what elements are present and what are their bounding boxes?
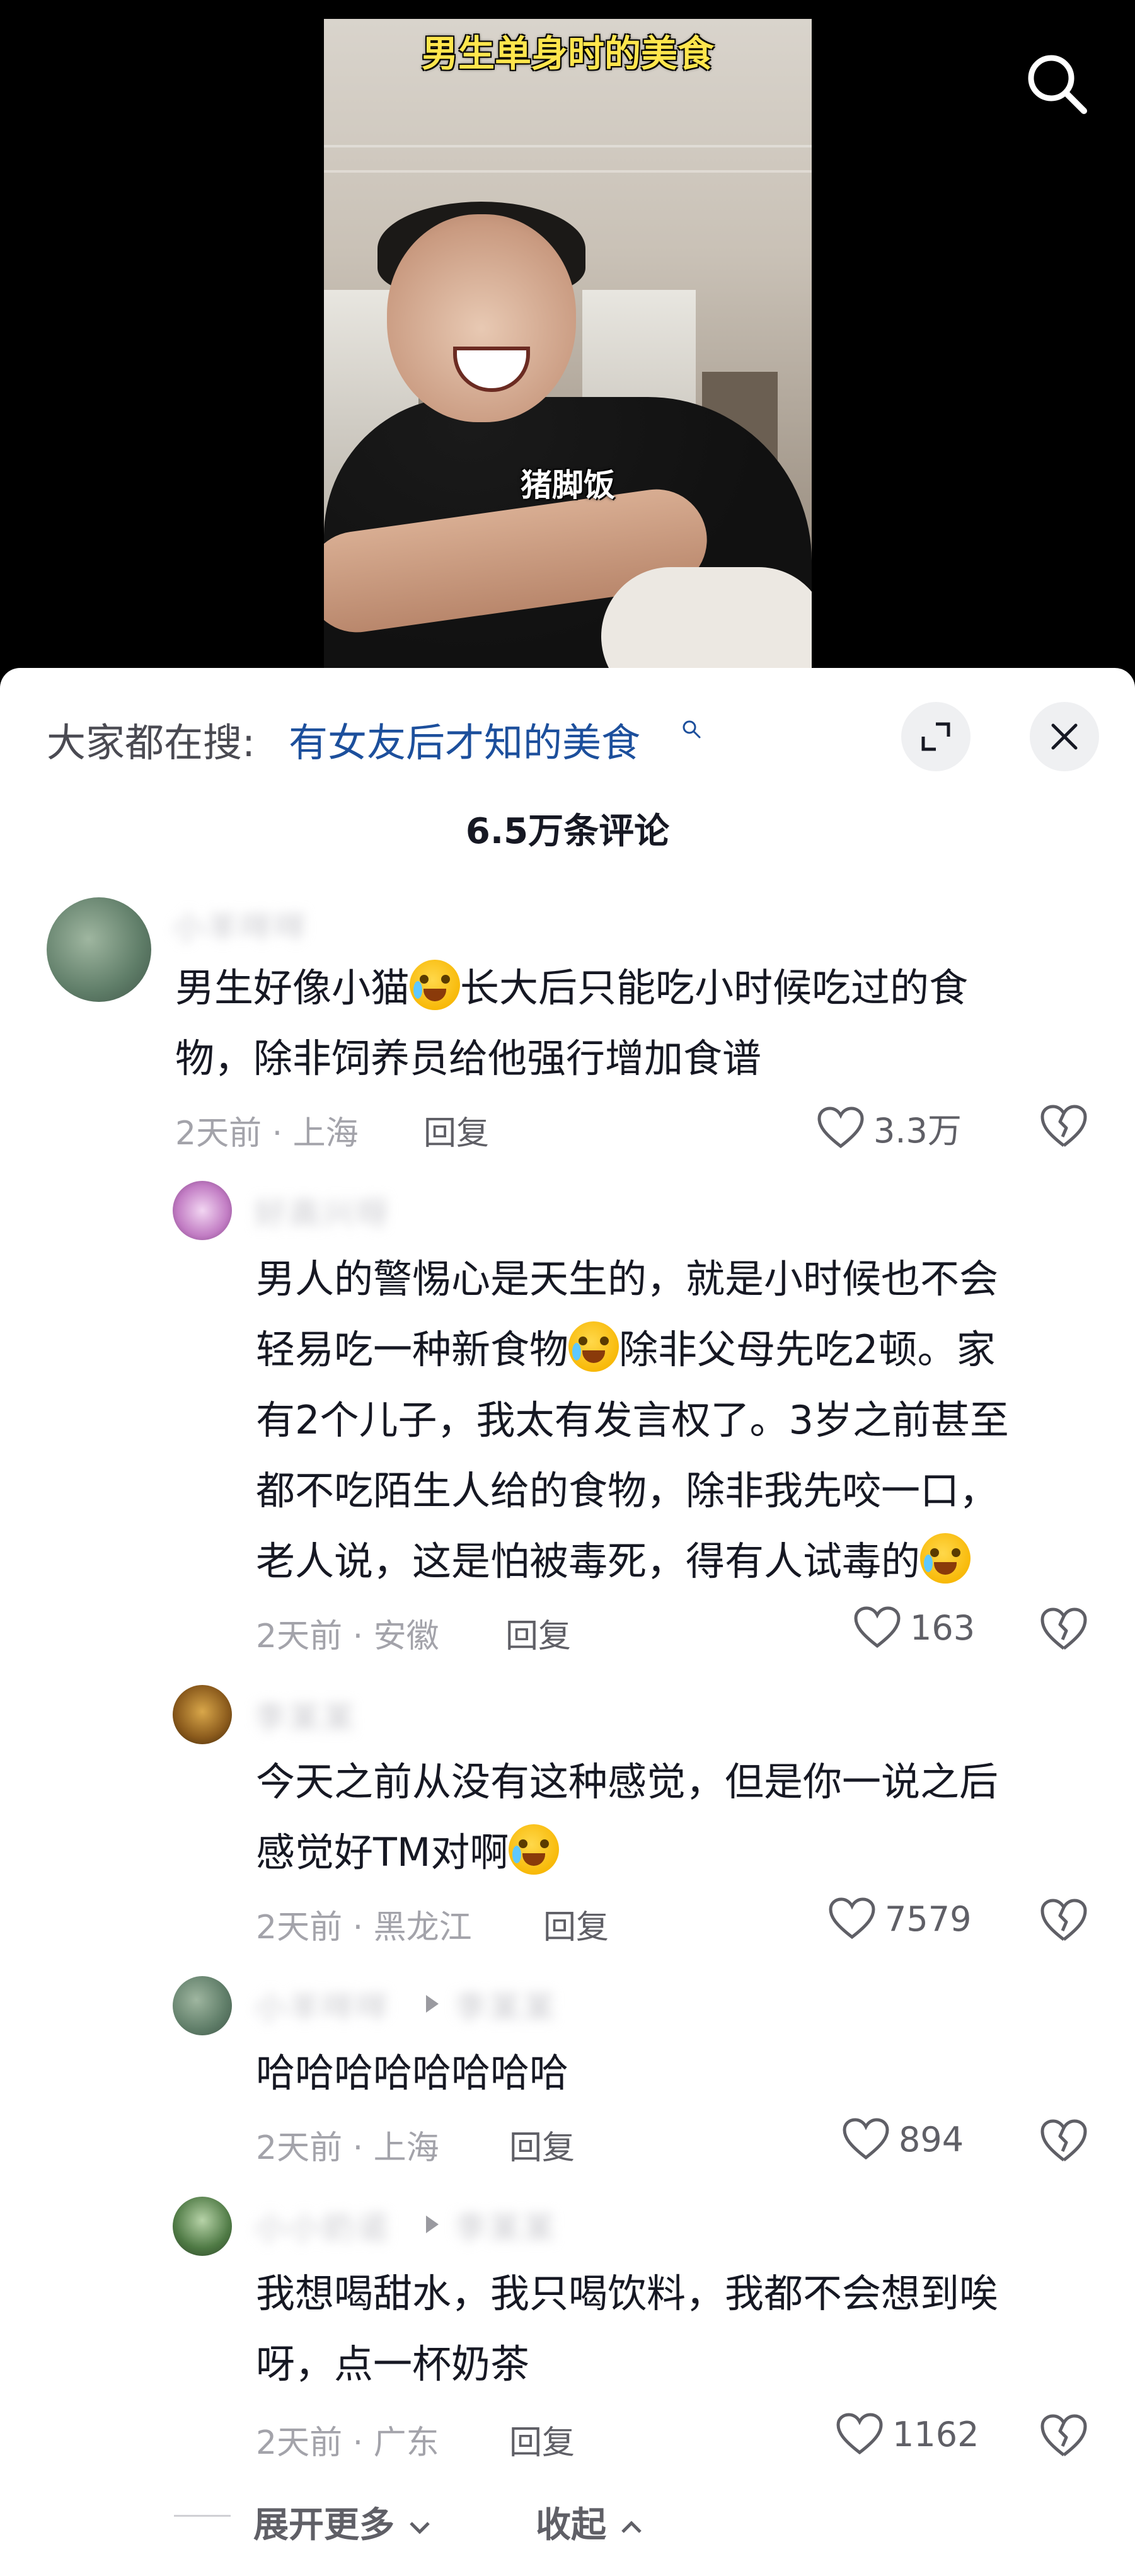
video-title-caption: 男生单身时的美食 — [421, 32, 714, 75]
username-blurred[interactable]: 小小奶诺 — [255, 2203, 391, 2248]
comment-text-part: 呀，点一杯奶茶 — [256, 2341, 530, 2387]
heart-outline-icon — [836, 2413, 883, 2455]
heart-outline-icon — [854, 1606, 901, 1648]
comment-text: 男人的警惕心是天生的，就是小时候也不会 轻易吃一种新食物 除非父母先吃2顿。家 有… — [256, 1244, 1009, 1597]
close-button[interactable] — [1030, 702, 1099, 771]
collapse-button[interactable]: 收起 — [536, 2497, 644, 2548]
comment-text-part: 我想喝甜水，我只喝饮料，我都不会想到唉 — [256, 2270, 999, 2316]
broken-heart-icon — [1040, 2414, 1087, 2456]
search-button[interactable] — [1022, 49, 1092, 118]
expand-more-button[interactable]: 展开更多 — [253, 2497, 432, 2548]
crying-laughing-emoji — [509, 1824, 560, 1875]
collapse-label: 收起 — [536, 2505, 606, 2546]
username-blurred[interactable]: 李某某 — [255, 1693, 357, 1738]
reply-button[interactable]: 回复 — [423, 1107, 489, 1154]
comment-text-part: 男人的警惕心是天生的，就是小时候也不会 — [256, 1256, 999, 1302]
comment-sheet: 大家都在搜: 有女友后才知的美食 6.5万条评论 小羊咩咩 男生好像小猫 长大后只… — [0, 668, 1135, 2576]
search-suggestion-prefix: 大家都在搜: — [47, 720, 255, 766]
dislike-button[interactable] — [1039, 1103, 1089, 1153]
comment-text-part: 有2个儿子，我太有发言权了。3岁之前甚至 — [256, 1397, 1009, 1443]
dislike-button[interactable] — [1039, 1897, 1089, 1947]
username-blurred[interactable]: 小羊咩咩 — [173, 902, 309, 948]
search-icon — [1028, 55, 1087, 114]
person-head — [387, 214, 576, 422]
comment-text-part: 物，除非饲养员给他强行增加食谱 — [175, 1035, 762, 1081]
avatar[interactable] — [47, 897, 151, 1002]
video-frame[interactable]: 男生单身时的美食 猪脚饭 — [324, 19, 812, 693]
reply-to-username-blurred[interactable]: 李某某 — [455, 2203, 557, 2248]
dislike-button[interactable] — [1039, 2412, 1089, 2463]
comment-text: 男生好像小猫 长大后只能吃小时候吃过的食 物，除非饲养员给他强行增加食谱 — [175, 953, 968, 1094]
divider — [174, 2515, 231, 2517]
like-button[interactable]: 3.3万 — [817, 1103, 962, 1153]
like-button[interactable]: 163 — [853, 1606, 975, 1650]
like-button[interactable]: 1162 — [836, 2412, 979, 2456]
dislike-button[interactable] — [1039, 2117, 1089, 2168]
like-count: 894 — [899, 2119, 964, 2159]
expand-more-label: 展开更多 — [253, 2505, 395, 2546]
crying-laughing-emoji — [410, 960, 461, 1010]
crying-laughing-emoji — [920, 1533, 971, 1584]
search-suggestion-link[interactable]: 有女友后才知的美食 — [289, 711, 640, 768]
comment-text-part: 长大后只能吃小时候吃过的食 — [460, 965, 969, 1011]
wall-molding — [324, 170, 812, 173]
reply-to-username-blurred[interactable]: 李某某 — [455, 1982, 557, 2028]
comment-text-part: 哈哈哈哈哈哈哈哈 — [256, 2050, 569, 2096]
reply-to-arrow-icon — [426, 1995, 439, 2013]
broken-heart-icon — [1040, 1105, 1087, 1147]
avatar[interactable] — [173, 1181, 232, 1240]
wall-molding — [324, 145, 812, 147]
comment-text-part: 都不吃陌生人给的食物，除非我先咬一口， — [256, 1468, 999, 1514]
expand-button[interactable] — [901, 702, 971, 771]
comment-text: 哈哈哈哈哈哈哈哈 — [256, 2038, 568, 2108]
comment-text-part: 轻易吃一种新食物 — [256, 1326, 569, 1372]
avatar[interactable] — [173, 1976, 232, 2035]
comment-time-location: 2天前 · 黑龙江 — [256, 1909, 472, 1946]
avatar[interactable] — [173, 1685, 232, 1744]
avatar[interactable] — [173, 2197, 232, 2256]
comment-text-part: 除非父母先吃2顿。家 — [619, 1326, 996, 1372]
heart-outline-icon — [817, 1106, 864, 1148]
username-blurred[interactable]: 好高兴呀 — [255, 1188, 391, 1234]
like-count: 1162 — [892, 2414, 979, 2454]
like-count: 3.3万 — [873, 1111, 962, 1151]
reply-button[interactable]: 回复 — [505, 1609, 571, 1657]
like-count: 7579 — [885, 1899, 972, 1939]
broken-heart-icon — [1040, 1607, 1087, 1650]
chevron-up-icon — [621, 2521, 642, 2533]
crying-laughing-emoji — [568, 1321, 619, 1372]
comment-time-location: 2天前 · 广东 — [256, 2424, 439, 2462]
comment-text-part: 男生好像小猫 — [175, 965, 410, 1011]
chevron-down-icon — [409, 2522, 430, 2534]
comment-time-location: 2天前 · 上海 — [256, 2129, 439, 2167]
comment-time-location: 2天前 · 安徽 — [256, 1618, 439, 1655]
expand-icon — [921, 722, 950, 751]
comment-text-part: 今天之前从没有这种感觉，但是你一说之后 — [256, 1759, 999, 1805]
comment-text-part: 老人说，这是怕被毒死，得有人试毒的 — [256, 1538, 921, 1584]
broken-heart-icon — [1040, 2119, 1087, 2161]
dislike-button[interactable] — [1039, 1606, 1089, 1656]
close-icon — [1051, 723, 1078, 750]
reply-button[interactable]: 回复 — [543, 1900, 609, 1948]
comment-count: 6.5万条评论 — [465, 811, 670, 852]
comment-text: 我想喝甜水，我只喝饮料，我都不会想到唉 呀，点一杯奶茶 — [256, 2258, 998, 2400]
like-button[interactable]: 894 — [842, 2117, 964, 2161]
comment-text-part: 感觉好TM对啊 — [256, 1829, 509, 1875]
reply-button[interactable]: 回复 — [509, 2121, 575, 2168]
video-subtitle-caption: 猪脚饭 — [521, 467, 615, 503]
heart-outline-icon — [829, 1897, 875, 1940]
reply-to-arrow-icon — [426, 2216, 439, 2233]
heart-outline-icon — [843, 2118, 889, 2160]
like-button[interactable]: 7579 — [828, 1897, 971, 1941]
search-icon — [683, 720, 701, 739]
broken-heart-icon — [1040, 1899, 1087, 1941]
comment-text: 今天之前从没有这种感觉，但是你一说之后 感觉好TM对啊 — [256, 1747, 998, 1888]
comment-time-location: 2天前 · 上海 — [175, 1115, 359, 1153]
like-count: 163 — [910, 1607, 976, 1648]
username-blurred[interactable]: 小羊咩咩 — [255, 1982, 391, 2028]
video-player[interactable]: 男生单身时的美食 猪脚饭 — [0, 0, 1135, 693]
reply-button[interactable]: 回复 — [509, 2416, 575, 2463]
